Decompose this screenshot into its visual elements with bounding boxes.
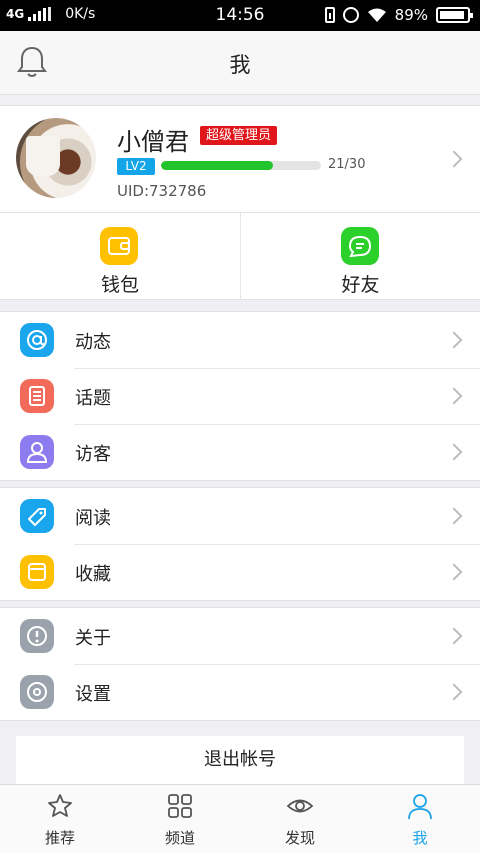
menu-item-visitors[interactable]: 访客 xyxy=(0,424,480,480)
profile-card[interactable]: 小僧君 超级管理员 LV2 21/30 UID:732786 xyxy=(0,105,480,213)
chevron-right-icon xyxy=(445,443,463,461)
page-header: 我 xyxy=(0,31,480,95)
exp-text: 21/30 xyxy=(328,157,366,172)
menu-item-settings[interactable]: 设置 xyxy=(0,664,480,720)
at-icon xyxy=(20,323,54,357)
user-id: UID:732786 xyxy=(117,182,207,200)
logout-button[interactable]: 退出帐号 xyxy=(16,736,464,784)
tab-label: 推荐 xyxy=(44,829,75,847)
grid-icon xyxy=(168,794,192,818)
charging-icon xyxy=(324,7,335,23)
status-right: 89% xyxy=(324,6,473,24)
chat-icon xyxy=(341,227,379,265)
info-icon xyxy=(20,619,54,653)
tag-icon xyxy=(20,499,54,533)
exp-progress-bar xyxy=(161,161,321,170)
menu-label: 收藏 xyxy=(75,564,111,585)
battery-percent: 89% xyxy=(394,6,428,24)
bookmark-icon xyxy=(20,555,54,589)
tab-label: 我 xyxy=(412,829,428,847)
menu-item-about[interactable]: 关于 xyxy=(0,608,480,664)
wallet-button[interactable]: 钱包 xyxy=(0,213,240,300)
battery-icon xyxy=(436,7,473,23)
menu-label: 访客 xyxy=(75,444,111,465)
tab-label: 频道 xyxy=(164,829,195,847)
menu-label: 阅读 xyxy=(75,508,111,529)
alarm-icon xyxy=(342,7,359,23)
menu-group-3: 关于 设置 xyxy=(0,607,480,721)
menu-label: 动态 xyxy=(75,332,111,353)
tab-discover[interactable]: 发现 xyxy=(240,785,360,853)
menu-item-dynamics[interactable]: 动态 xyxy=(0,312,480,368)
avatar[interactable] xyxy=(16,118,96,198)
bottom-tab-bar: 推荐 频道 发现 我 xyxy=(0,784,480,853)
tab-channels[interactable]: 频道 xyxy=(120,785,240,853)
quick-actions: 钱包 好友 xyxy=(0,213,480,300)
star-icon xyxy=(48,794,72,817)
username: 小僧君 xyxy=(117,128,189,156)
eye-icon xyxy=(286,799,314,813)
menu-label: 关于 xyxy=(75,628,111,649)
friends-button[interactable]: 好友 xyxy=(240,213,480,300)
chevron-right-icon xyxy=(445,683,463,701)
chevron-right-icon xyxy=(445,150,463,168)
list-icon xyxy=(20,379,54,413)
menu-item-topics[interactable]: 话题 xyxy=(0,368,480,424)
tab-me[interactable]: 我 xyxy=(360,785,480,853)
wallet-icon xyxy=(100,227,138,265)
page-title: 我 xyxy=(229,53,251,77)
chevron-right-icon xyxy=(445,331,463,349)
chevron-right-icon xyxy=(445,387,463,405)
user-icon xyxy=(408,794,432,820)
person-icon xyxy=(20,435,54,469)
menu-item-favorites[interactable]: 收藏 xyxy=(0,544,480,600)
friends-label: 好友 xyxy=(341,274,380,296)
level-badge: LV2 xyxy=(117,158,155,175)
chevron-right-icon xyxy=(445,507,463,525)
exp-progress-fill xyxy=(161,161,273,170)
menu-group-1: 动态 话题 访客 xyxy=(0,311,480,481)
tab-recommend[interactable]: 推荐 xyxy=(0,785,120,853)
menu-group-2: 阅读 收藏 xyxy=(0,487,480,601)
wallet-label: 钱包 xyxy=(100,274,139,296)
menu-label: 话题 xyxy=(75,388,111,409)
menu-label: 设置 xyxy=(75,684,111,705)
settings-icon xyxy=(20,675,54,709)
wifi-icon xyxy=(367,8,386,22)
admin-badge: 超级管理员 xyxy=(200,126,278,145)
tab-label: 发现 xyxy=(284,829,315,847)
menu-item-reading[interactable]: 阅读 xyxy=(0,488,480,544)
chevron-right-icon xyxy=(445,627,463,645)
status-bar: 4G 0K/s 14:56 89% xyxy=(0,0,480,31)
chevron-right-icon xyxy=(445,563,463,581)
